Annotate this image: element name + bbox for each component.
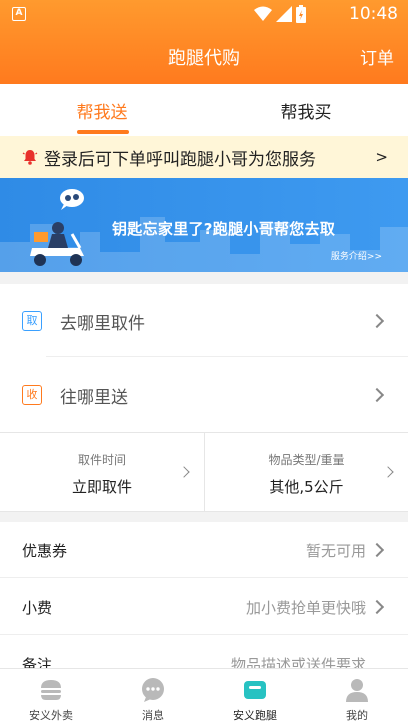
- courier-scooter-icon: [30, 189, 84, 266]
- pickup-time-value: 立即取件: [71, 478, 132, 496]
- tab-errand[interactable]: 安义跑腿: [204, 669, 306, 724]
- banner-headline: 钥匙忘家里了?跑腿小哥帮您去取: [112, 220, 336, 238]
- item-type-selector[interactable]: 物品类型/重量 其他,5公斤: [204, 433, 408, 511]
- service-intro-link[interactable]: 服务介绍>>: [331, 249, 382, 262]
- promo-banner[interactable]: 钥匙忘家里了?跑腿小哥帮您去取 服务介绍>>: [0, 178, 408, 272]
- orders-button[interactable]: 订单: [360, 44, 394, 69]
- item-type-value: 其他,5公斤: [269, 478, 344, 496]
- remark-row[interactable]: 备注 物品描述或送件要求: [0, 636, 408, 672]
- notification-icon: A: [12, 7, 26, 21]
- chevron-right-icon: [369, 387, 385, 403]
- pickup-time-label: 取件时间: [77, 453, 126, 467]
- tab-takeout[interactable]: 安义外卖: [0, 669, 102, 724]
- item-type-label: 物品类型/重量: [268, 453, 345, 467]
- status-bar: A 10:48: [0, 0, 408, 28]
- bell-icon: [22, 150, 38, 165]
- pickup-label: 去哪里取件: [60, 313, 145, 334]
- tip-row[interactable]: 小费 加小费抢单更快哦: [0, 579, 408, 635]
- page-title: 跑腿代购: [168, 48, 240, 69]
- address-card: 取 去哪里取件 收 往哪里送: [0, 284, 408, 432]
- delivery-box-icon: [244, 681, 266, 699]
- notice-arrow: >: [375, 148, 388, 166]
- tab-takeout-label: 安义外卖: [29, 709, 73, 722]
- tab-profile[interactable]: 我的: [306, 669, 408, 724]
- service-tabs: 帮我送 帮我买: [0, 84, 408, 136]
- wifi-icon: [254, 6, 272, 21]
- extra-options-list: 优惠券 暂无可用 小费 加小费抢单更快哦 备注 物品描述或送件要求: [0, 522, 408, 672]
- user-icon: [346, 679, 368, 702]
- delivery-address-row[interactable]: 收 往哪里送: [0, 358, 408, 432]
- bottom-tab-bar: 安义外卖 消息 安义跑腿 我的: [0, 668, 408, 724]
- tab-buy-for-me[interactable]: 帮我买: [204, 84, 408, 136]
- top-bar: A 10:48 跑腿代购 订单: [0, 0, 408, 84]
- tab-send-for-me[interactable]: 帮我送: [0, 84, 204, 136]
- pickup-time-selector[interactable]: 取件时间 立即取件: [0, 433, 204, 511]
- chevron-right-icon: [369, 542, 385, 558]
- tab-errand-label: 安义跑腿: [233, 709, 277, 722]
- tab-messages[interactable]: 消息: [102, 669, 204, 724]
- signal-icon: [276, 6, 292, 22]
- chevron-right-icon: [369, 313, 385, 329]
- tip-value: 加小费抢单更快哦: [245, 599, 366, 617]
- coupon-row[interactable]: 优惠券 暂无可用: [0, 522, 408, 578]
- pickup-tag: 取: [22, 311, 42, 331]
- delivery-tag: 收: [22, 385, 42, 405]
- battery-icon: [296, 5, 306, 23]
- login-notice[interactable]: 登录后可下单呼叫跑腿小哥为您服务 >: [0, 136, 408, 178]
- tab-messages-label: 消息: [142, 709, 164, 722]
- coupon-value: 暂无可用: [305, 542, 366, 560]
- burger-icon: [41, 680, 61, 700]
- delivery-label: 往哪里送: [60, 387, 128, 408]
- chevron-right-icon: [369, 599, 385, 615]
- pickup-address-row[interactable]: 取 去哪里取件: [0, 284, 408, 358]
- status-icons: [254, 5, 306, 23]
- tip-label: 小费: [22, 599, 53, 617]
- clock: 10:48: [349, 4, 398, 24]
- chat-icon: [142, 678, 164, 702]
- tab-profile-label: 我的: [346, 709, 368, 722]
- notice-text: 登录后可下单呼叫跑腿小哥为您服务: [44, 149, 316, 170]
- coupon-label: 优惠券: [22, 542, 68, 560]
- divider: [46, 356, 408, 357]
- order-options: 取件时间 立即取件 物品类型/重量 其他,5公斤: [0, 432, 408, 512]
